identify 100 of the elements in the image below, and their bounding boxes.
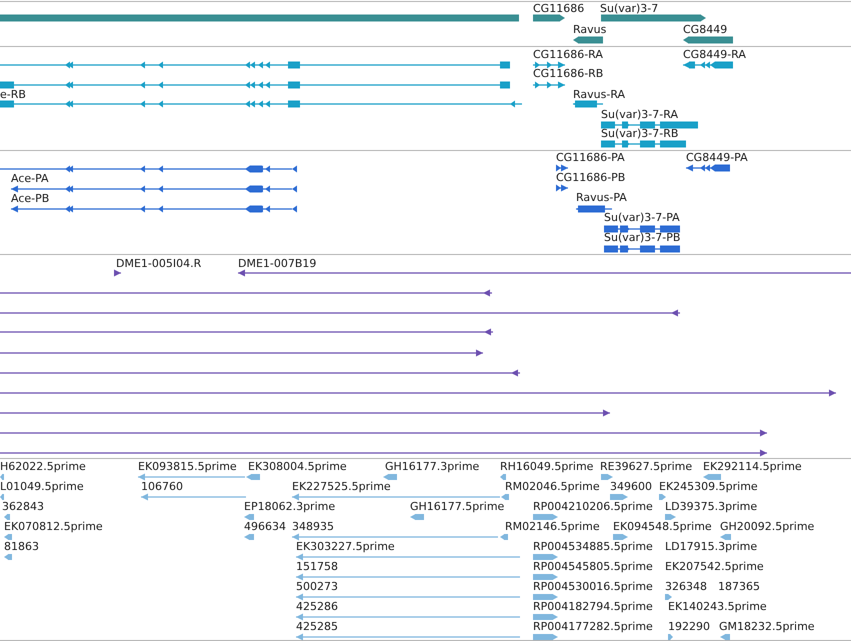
feature-label: Ravus-PA bbox=[576, 191, 627, 204]
est-glyph bbox=[383, 474, 397, 480]
feature-label: RP004210206.5prime bbox=[533, 500, 653, 513]
feature-label: DME1-005I04.R bbox=[116, 257, 202, 270]
feature-label: 425285 bbox=[296, 620, 338, 633]
est-glyph bbox=[720, 534, 731, 540]
feature-label: e-RB bbox=[0, 88, 26, 101]
est-glyph bbox=[533, 634, 558, 640]
est-glyph bbox=[613, 534, 628, 540]
feature-label: RE39627.5prime bbox=[600, 460, 692, 473]
est-glyph bbox=[533, 614, 558, 620]
feature-label: Ravus bbox=[573, 23, 606, 36]
est-glyph bbox=[0, 494, 4, 500]
feature-label: EK292114.5prime bbox=[703, 460, 802, 473]
feature-label: Su(var)3-7-RA bbox=[601, 108, 678, 121]
feature-label: CG8449-PA bbox=[686, 151, 748, 164]
est-glyph bbox=[533, 574, 558, 580]
protein-glyph bbox=[556, 184, 568, 192]
feature-label: Su(var)3-7-PB bbox=[604, 231, 680, 244]
est-glyph bbox=[4, 554, 12, 560]
gene-bar bbox=[573, 36, 603, 44]
transcript-glyph bbox=[573, 100, 603, 108]
feature-label: 81863 bbox=[4, 540, 39, 553]
feature-label: Ravus-RA bbox=[573, 88, 626, 101]
feature-label: GH16177.5prime bbox=[410, 500, 504, 513]
feature-label: EK140243.5prime bbox=[668, 600, 767, 613]
protein-glyph bbox=[576, 206, 612, 212]
est-glyph bbox=[533, 594, 558, 600]
feature-label: EK303227.5prime bbox=[296, 540, 395, 553]
feature-label: 192290 bbox=[668, 620, 710, 633]
feature-label: CG11686-PA bbox=[556, 151, 625, 164]
est-glyph bbox=[533, 554, 558, 560]
feature-label: 496634 bbox=[244, 520, 286, 533]
est-glyph bbox=[720, 634, 730, 640]
feature-label: GH20092.5prime bbox=[720, 520, 814, 533]
feature-label: LD39375.3prime bbox=[665, 500, 758, 513]
feature-label: RP004534885.5prime bbox=[533, 540, 653, 553]
feature-label: CG8449 bbox=[683, 23, 728, 36]
feature-label: EK308004.5prime bbox=[248, 460, 347, 473]
est-glyph bbox=[410, 514, 424, 520]
feature-label: EK245309.5prime bbox=[659, 480, 758, 493]
est-glyph bbox=[601, 474, 613, 480]
feature-label: CG11686-RA bbox=[533, 48, 603, 61]
feature-label: 151758 bbox=[296, 560, 338, 573]
est-glyph bbox=[0, 474, 4, 480]
est-glyph bbox=[244, 534, 254, 540]
transcript-glyph bbox=[533, 62, 565, 68]
feature-label: EK094548.5prime bbox=[613, 520, 712, 533]
feature-label: EK207542.5prime bbox=[665, 560, 764, 573]
feature-label: RP004545805.5prime bbox=[533, 560, 653, 573]
est-glyph bbox=[665, 514, 676, 520]
feature-label: EK093815.5prime bbox=[138, 460, 237, 473]
feature-label: 187365 bbox=[718, 580, 760, 593]
feature-label: LD17915.3prime bbox=[665, 540, 758, 553]
feature-label: L01049.5prime bbox=[0, 480, 84, 493]
feature-label: DME1-007B19 bbox=[238, 257, 316, 270]
feature-label: RM02046.5prime bbox=[505, 480, 600, 493]
feature-label: Su(var)3-7 bbox=[600, 2, 658, 15]
feature-label: GH16177.3prime bbox=[385, 460, 480, 473]
feature-label: 425286 bbox=[296, 600, 338, 613]
feature-label: Ace-PB bbox=[11, 192, 50, 205]
feature-label: RP004182794.5prime bbox=[533, 600, 653, 613]
feature-label: 106760 bbox=[141, 480, 183, 493]
feature-label: 326348 bbox=[665, 580, 707, 593]
transcript-glyph bbox=[533, 82, 565, 88]
protein-glyph bbox=[556, 164, 568, 172]
feature-label: CG11686-RB bbox=[533, 67, 604, 80]
feature-label: RP004177282.5prime bbox=[533, 620, 653, 633]
est-glyph bbox=[610, 494, 628, 500]
est-glyph bbox=[4, 534, 12, 540]
est-glyph bbox=[668, 634, 673, 640]
feature-label: 362843 bbox=[2, 500, 44, 513]
est-glyph bbox=[500, 474, 506, 480]
transcript-glyph bbox=[683, 62, 733, 68]
feature-label: Su(var)3-7-PA bbox=[604, 211, 680, 224]
protein-glyph bbox=[686, 164, 730, 172]
feature-label: 348935 bbox=[292, 520, 334, 533]
est-glyph bbox=[4, 514, 10, 520]
feature-label: EP18062.3prime bbox=[244, 500, 336, 513]
feature-label: RM02146.5prime bbox=[505, 520, 600, 533]
feature-label: RP004530016.5prime bbox=[533, 580, 653, 593]
clone-line bbox=[114, 270, 121, 276]
gene-bar bbox=[683, 36, 733, 44]
feature-label: EK227525.5prime bbox=[292, 480, 391, 493]
feature-label: CG11686-PB bbox=[556, 171, 626, 184]
est-glyph bbox=[665, 594, 672, 600]
gene-bar bbox=[533, 14, 565, 22]
feature-label: CG8449-RA bbox=[683, 48, 746, 61]
feature-label: H62022.5prime bbox=[0, 460, 86, 473]
est-glyph bbox=[659, 494, 666, 500]
feature-label: EK070812.5prime bbox=[4, 520, 103, 533]
est-glyph bbox=[244, 514, 254, 520]
feature-label: Ace-PA bbox=[11, 172, 49, 185]
feature-label: GM18232.5prime bbox=[719, 620, 815, 633]
feature-label: 349600 bbox=[610, 480, 652, 493]
feature-label: RH16049.5prime bbox=[500, 460, 594, 473]
est-glyph bbox=[500, 534, 508, 540]
feature-label: CG11686 bbox=[533, 2, 584, 15]
feature-label: 500273 bbox=[296, 580, 338, 593]
est-glyph bbox=[533, 514, 558, 520]
